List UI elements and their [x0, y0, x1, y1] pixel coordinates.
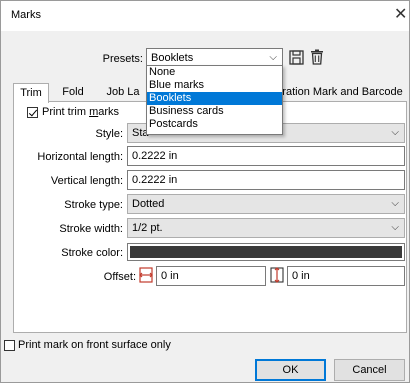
offset-label: Offset: — [103, 271, 136, 283]
front-surface-only-checkbox[interactable] — [4, 340, 15, 354]
preset-option[interactable]: Blue marks — [147, 79, 282, 92]
vertical-offset-input[interactable]: 0 in — [287, 266, 405, 286]
tab-fold[interactable]: Fold — [53, 83, 93, 102]
vertical-length-label: Vertical length: — [50, 175, 123, 187]
stroke-width-select[interactable]: 1/2 pt. ⌵ — [127, 218, 405, 238]
delete-preset-icon[interactable] — [310, 49, 326, 65]
presets-dropdown-list[interactable]: None Blue marks Booklets Business cards Post… — [146, 65, 283, 135]
stroke-type-value: Dotted — [132, 198, 165, 210]
stroke-type-label: Stroke type: — [64, 199, 123, 211]
preset-option[interactable]: Postcards — [147, 118, 282, 131]
front-surface-only-check[interactable] — [4, 340, 15, 351]
window-title: Marks — [11, 9, 41, 21]
chevron-down-icon: ⌵ — [269, 52, 277, 63]
print-trim-label-pre: Print trim — [42, 106, 90, 118]
chevron-down-icon: ⌵ — [391, 127, 399, 138]
presets-label: Presets: — [102, 53, 143, 65]
style-label: Style: — [95, 128, 123, 140]
close-icon[interactable]: ✕ — [394, 5, 407, 25]
print-trim-marks-check[interactable] — [27, 107, 38, 118]
marks-dialog: Marks ✕ Presets: Booklets ⌵ Trim Fold Jo — [0, 0, 410, 383]
tab-registration-mark-and-barcode[interactable]: tration Mark and Barcode — [275, 83, 407, 102]
front-surface-only-label[interactable]: Print mark on front surface only — [18, 339, 171, 351]
print-trim-marks-label[interactable]: Print trim marks — [42, 106, 119, 118]
tab-trim[interactable]: Trim — [13, 83, 49, 103]
horizontal-length-input[interactable]: 0.2222 in — [127, 146, 405, 166]
print-trim-marks-checkbox[interactable] — [27, 107, 38, 121]
cancel-button[interactable]: Cancel — [334, 359, 405, 381]
horizontal-offset-icon — [139, 267, 153, 286]
preset-option[interactable]: Booklets — [147, 92, 282, 105]
tab-fold-label: Fold — [62, 86, 84, 98]
horizontal-offset-input[interactable]: 0 in — [156, 266, 266, 286]
preset-option[interactable]: Business cards — [147, 105, 282, 118]
print-trim-label-accel: m — [89, 106, 99, 118]
preset-option[interactable]: None — [147, 66, 282, 79]
tab-registration-label: tration Mark and Barcode — [279, 86, 403, 98]
print-trim-label-post: arks — [98, 106, 120, 118]
vertical-offset-icon — [270, 267, 284, 286]
presets-value: Booklets — [151, 52, 194, 64]
tab-trim-label: Trim — [20, 87, 42, 99]
ok-button[interactable]: OK — [255, 359, 326, 381]
stroke-width-label: Stroke width: — [59, 223, 123, 235]
stroke-color-label: Stroke color: — [61, 247, 123, 259]
chevron-down-icon: ⌵ — [391, 198, 399, 209]
tab-job-label[interactable]: Job La — [98, 83, 148, 102]
stroke-color-swatch[interactable] — [127, 243, 405, 261]
save-preset-icon[interactable] — [289, 50, 305, 66]
tab-job-label-text: Job La — [106, 86, 140, 98]
stroke-width-value: 1/2 pt. — [132, 222, 163, 234]
stroke-type-select[interactable]: Dotted ⌵ — [127, 194, 405, 214]
chevron-down-icon: ⌵ — [391, 222, 399, 233]
horizontal-length-label: Horizontal length: — [37, 151, 123, 163]
title-bar — [1, 1, 409, 31]
vertical-length-input[interactable]: 0.2222 in — [127, 170, 405, 190]
